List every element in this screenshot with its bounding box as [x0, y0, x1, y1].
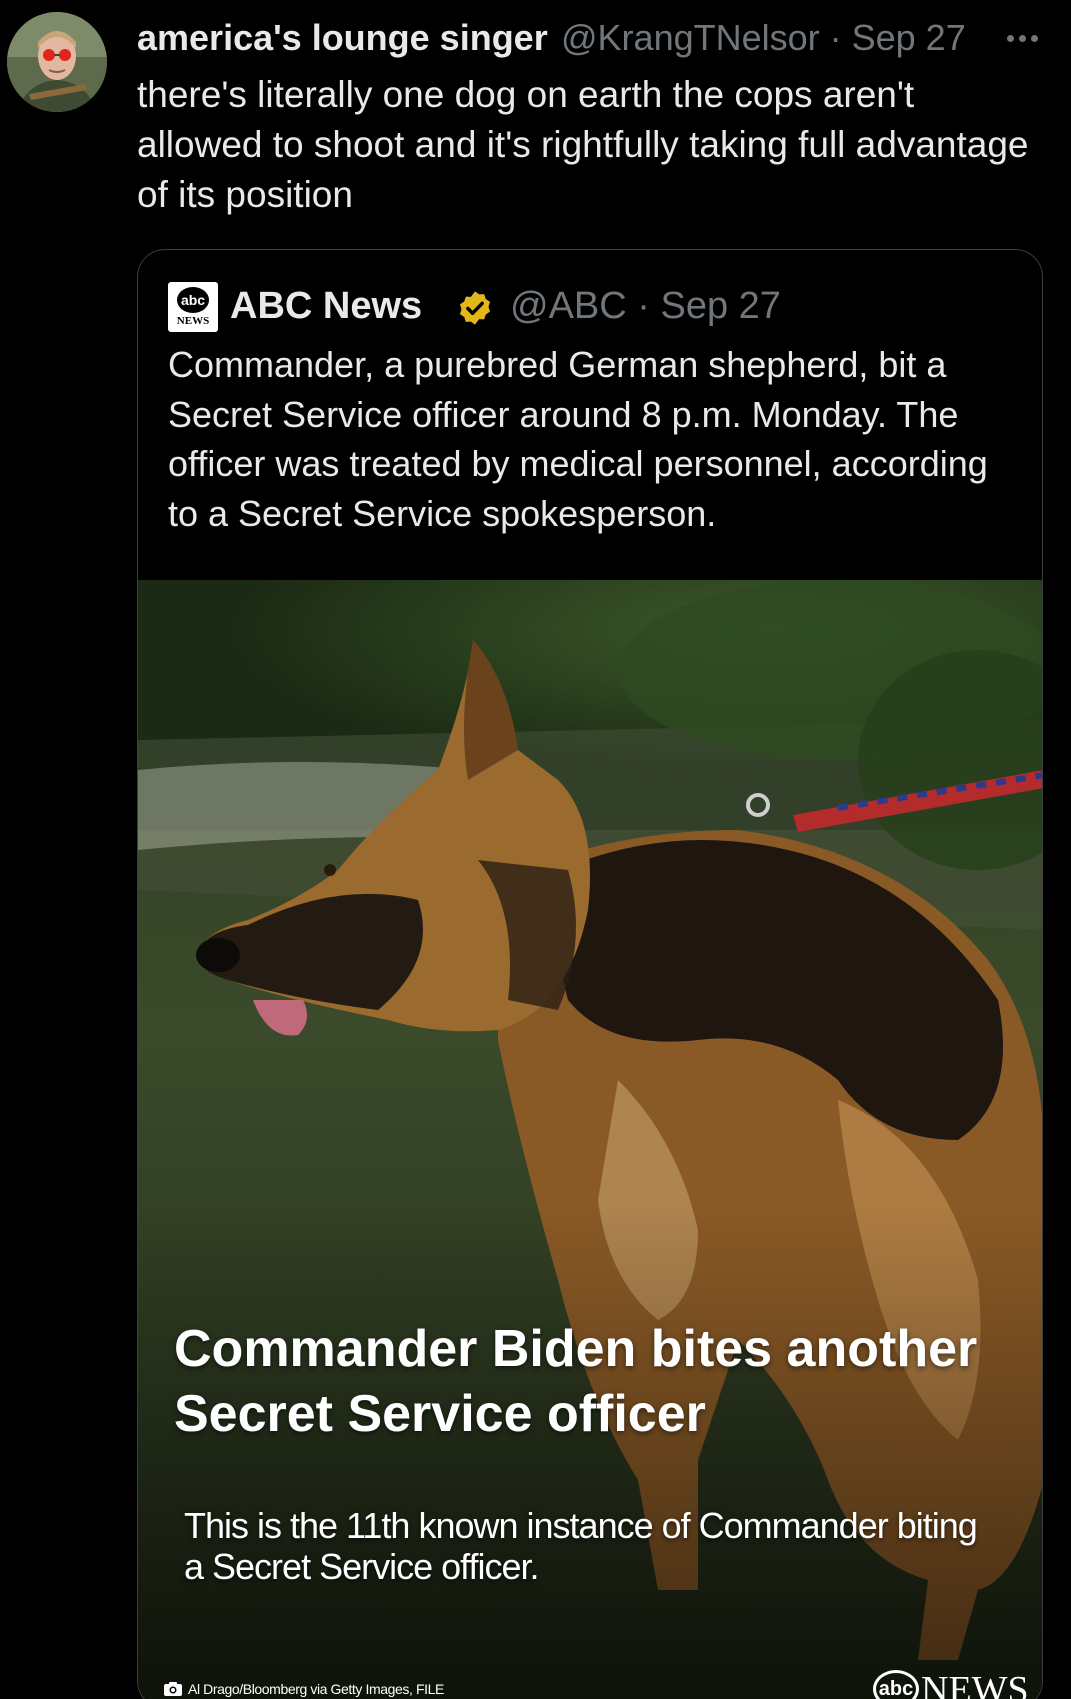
quote-header: abc NEWS ABC News @ABC · Sep 27 — [168, 280, 1008, 332]
avatar-image — [7, 12, 107, 112]
photo-credit-text: Al Drago/Bloomberg via Getty Images, FIL… — [188, 1681, 444, 1697]
abc-watermark-logo: abc — [873, 1670, 919, 1699]
abc-logo-text: abc — [177, 287, 209, 313]
verified-badge-icon — [459, 291, 491, 325]
tweet-header: america's lounge singer @KrangTNelsor · … — [137, 16, 1047, 60]
news-logo-text: NEWS — [176, 315, 210, 327]
handle-date[interactable]: @KrangTNelsor · Sep 27 — [561, 16, 966, 60]
quote-tweet-card[interactable]: abc NEWS ABC News @ABC · Sep 27 Commande… — [137, 249, 1043, 1699]
quote-text: Commander, a purebred German shepherd, b… — [168, 344, 988, 534]
news-subhead: This is the 11th known instance of Comma… — [184, 1505, 978, 1587]
abc-news-avatar[interactable]: abc NEWS — [168, 282, 218, 332]
quote-display-name[interactable]: ABC News — [230, 280, 422, 332]
tweet[interactable]: america's lounge singer @KrangTNelsor · … — [0, 0, 1071, 1699]
news-card-image[interactable]: Commander Biden bites another Secret Ser… — [138, 580, 1042, 1699]
camera-icon — [164, 1682, 182, 1696]
avatar[interactable] — [7, 12, 107, 112]
abc-news-watermark: abc NEWS — [873, 1668, 1033, 1699]
quote-handle-date[interactable]: @ABC · Sep 27 — [510, 280, 781, 332]
display-name[interactable]: america's lounge singer — [137, 16, 555, 60]
more-icon[interactable] — [997, 16, 1047, 60]
news-watermark-text: NEWS — [921, 1669, 1029, 1699]
tweet-text: there's literally one dog on earth the c… — [137, 74, 1029, 215]
news-headline: Commander Biden bites another Secret Ser… — [174, 1320, 978, 1443]
